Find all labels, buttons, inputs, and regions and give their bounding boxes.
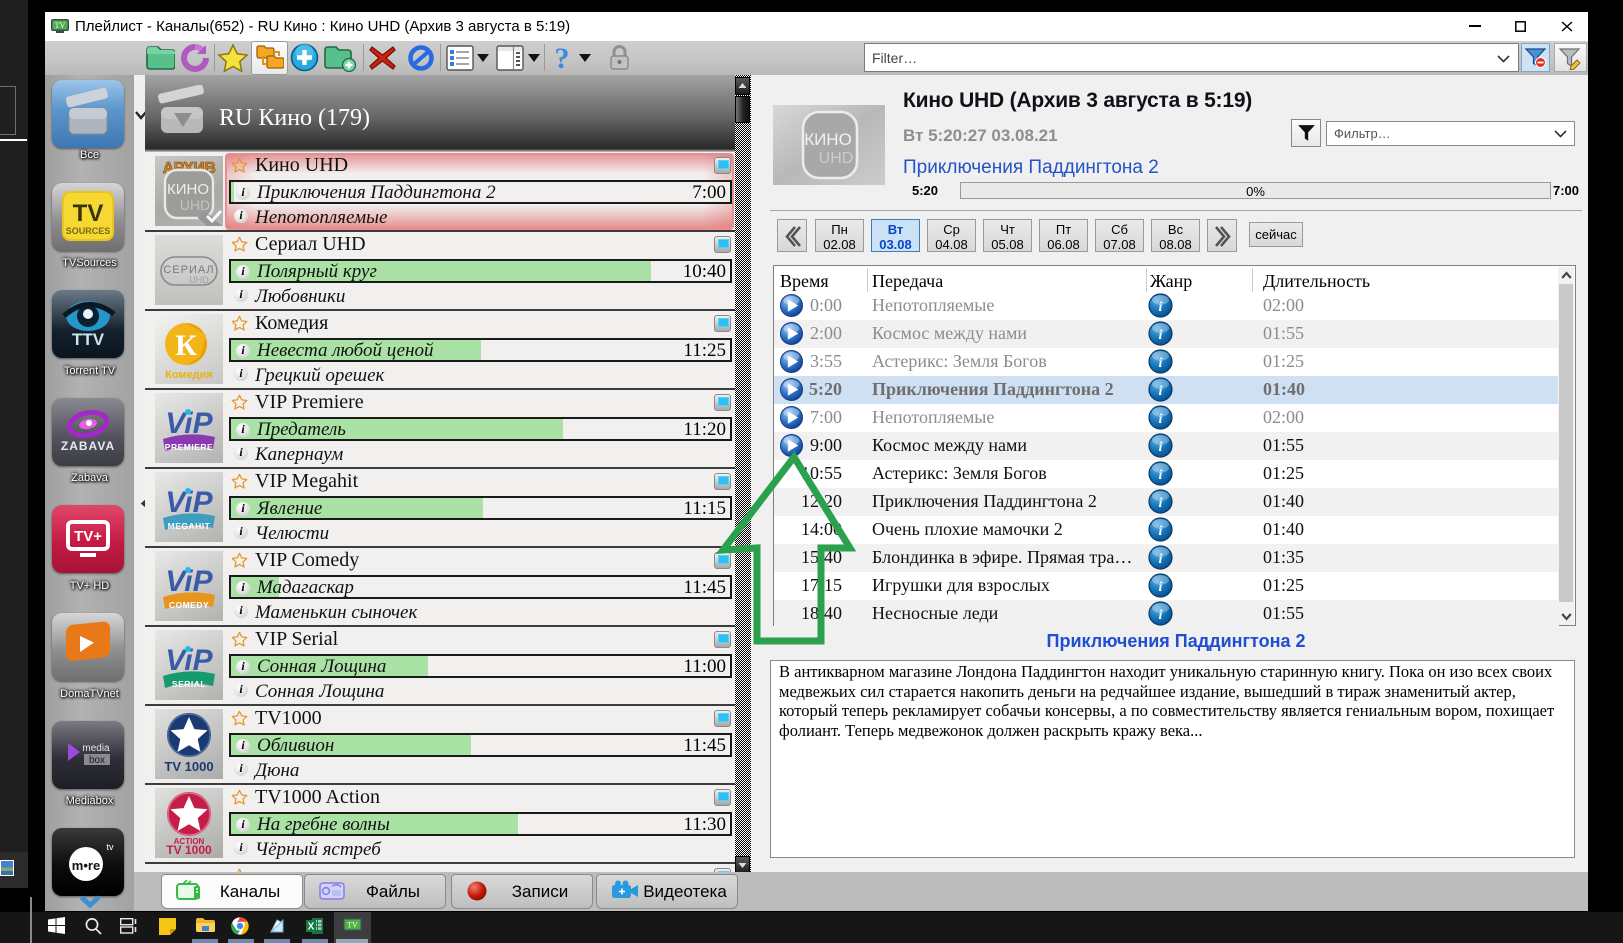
svg-text:tv: tv	[106, 842, 114, 852]
svg-text:?: ?	[555, 43, 570, 73]
svg-text:i: i	[1159, 608, 1163, 623]
svg-text:TV: TV	[347, 921, 358, 930]
svg-text:MEGAHIT: MEGAHIT	[168, 521, 211, 531]
svg-text:TV: TV	[73, 200, 104, 227]
svg-text:i: i	[1159, 496, 1163, 511]
svg-text:TV+: TV+	[74, 528, 102, 545]
svg-text:TTV: TTV	[72, 330, 105, 349]
svg-text:TV: TV	[55, 21, 66, 30]
svg-text:UHD: UHD	[189, 275, 209, 285]
svg-text:i: i	[1159, 440, 1163, 455]
svg-text:TV 1000: TV 1000	[164, 759, 213, 774]
svg-text:КИНО: КИНО	[804, 130, 852, 149]
svg-text:i: i	[1159, 356, 1163, 371]
svg-text:i: i	[1159, 552, 1163, 567]
svg-text:i: i	[1159, 412, 1163, 427]
svg-text:SOURCES: SOURCES	[66, 226, 111, 236]
svg-text:X: X	[308, 922, 315, 933]
svg-text:media: media	[82, 743, 110, 754]
svg-text:i: i	[1159, 580, 1163, 595]
svg-text:m•re: m•re	[72, 858, 100, 873]
svg-text:COMEDY: COMEDY	[169, 600, 209, 610]
svg-text:TV 1000: TV 1000	[166, 843, 212, 857]
svg-text:SERIAL: SERIAL	[172, 679, 206, 689]
svg-text:i: i	[1159, 384, 1163, 399]
svg-text:ZABAVA: ZABAVA	[61, 439, 115, 453]
svg-text:i: i	[1159, 468, 1163, 483]
svg-text:i: i	[1159, 300, 1163, 315]
svg-text:i: i	[1159, 524, 1163, 539]
svg-text:UHD: UHD	[180, 197, 210, 213]
svg-text:i: i	[1159, 328, 1163, 343]
svg-text:UHD: UHD	[819, 150, 854, 167]
svg-text:КИНО: КИНО	[167, 181, 209, 198]
svg-text:К: К	[175, 329, 197, 362]
svg-text:box: box	[89, 755, 105, 766]
svg-text:PREMIERE: PREMIERE	[165, 442, 213, 452]
svg-text:Комедия: Комедия	[165, 369, 213, 381]
